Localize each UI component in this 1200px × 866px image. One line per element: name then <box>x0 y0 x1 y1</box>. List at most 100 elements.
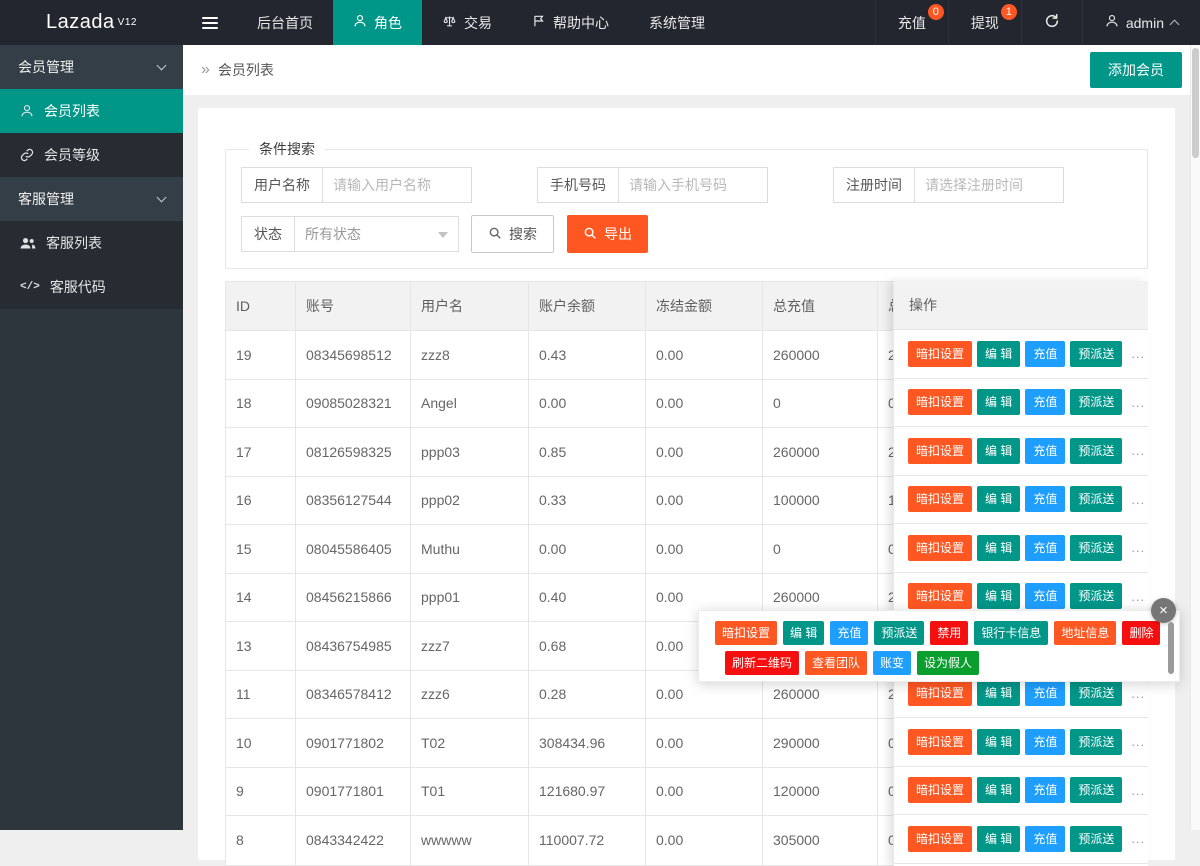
more-actions-button[interactable]: ... <box>1131 395 1145 410</box>
recharge-button[interactable]: 充值 <box>1025 680 1065 706</box>
pre-dispatch-button[interactable]: 预派送 <box>1070 486 1122 512</box>
field-input-2[interactable] <box>914 167 1064 203</box>
edit-button[interactable]: 编 辑 <box>977 680 1020 706</box>
edit-button[interactable]: 编 辑 <box>977 583 1020 609</box>
recharge-button[interactable]: 充值 <box>1025 535 1065 561</box>
close-icon[interactable]: × <box>1151 598 1176 623</box>
export-button[interactable]: 导出 <box>567 215 648 253</box>
field-input-1[interactable] <box>618 167 768 203</box>
hidden-deduct-settings-button[interactable]: 暗扣设置 <box>908 389 972 415</box>
sidebar-group-0[interactable]: 会员管理 <box>0 45 183 89</box>
cell-balance: 110007.72 <box>529 816 646 865</box>
cell-frozen: 0.00 <box>646 380 763 428</box>
more-actions-button[interactable]: ... <box>1131 831 1145 846</box>
pre-dispatch-button[interactable]: 预派送 <box>1070 729 1122 755</box>
refresh-qrcode-button[interactable]: 刷新二维码 <box>725 651 799 675</box>
hidden-deduct-settings-button[interactable]: 暗扣设置 <box>908 729 972 755</box>
add-member-button[interactable]: 添加会员 <box>1090 52 1182 88</box>
hidden-deduct-settings-button[interactable]: 暗扣设置 <box>908 341 972 367</box>
pre-dispatch-button[interactable]: 预派送 <box>1070 341 1122 367</box>
cell-username: ppp01 <box>411 574 529 622</box>
recharge-button[interactable]: 充值 <box>1025 389 1065 415</box>
more-actions-button[interactable]: ... <box>1131 589 1145 604</box>
hidden-deduct-settings-button[interactable]: 暗扣设置 <box>908 438 972 464</box>
more-actions-button[interactable]: ... <box>1131 492 1145 507</box>
more-actions-button[interactable]: ... <box>1131 734 1145 749</box>
edit-button[interactable]: 编 辑 <box>977 389 1020 415</box>
page-scrollbar[interactable] <box>1190 45 1200 830</box>
recharge-button[interactable]: 充值 <box>830 621 868 645</box>
cell-id: 11 <box>226 671 296 719</box>
recharge-button[interactable]: 充值 <box>1025 777 1065 803</box>
popup-scrollbar[interactable] <box>1168 622 1174 674</box>
menu-toggle-button[interactable] <box>183 0 237 45</box>
withdraw-nav-item[interactable]: 提现 1 <box>948 0 1021 45</box>
sidebar-item-客服代码[interactable]: </>客服代码 <box>0 265 183 309</box>
more-actions-button[interactable]: ... <box>1131 540 1145 555</box>
cell-recharge: 100000 <box>763 477 878 525</box>
set-fake-user-button[interactable]: 设为假人 <box>917 651 979 675</box>
status-selected-value: 所有状态 <box>305 226 361 242</box>
refresh-button[interactable] <box>1021 0 1082 45</box>
pre-dispatch-button[interactable]: 预派送 <box>1070 777 1122 803</box>
status-select[interactable]: 所有状态 <box>294 216 459 252</box>
edit-button[interactable]: 编 辑 <box>977 486 1020 512</box>
edit-button[interactable]: 编 辑 <box>977 729 1020 755</box>
search-button[interactable]: 搜索 <box>471 215 554 253</box>
pre-dispatch-button[interactable]: 预派送 <box>1070 389 1122 415</box>
recharge-button[interactable]: 充值 <box>1025 583 1065 609</box>
pre-dispatch-button[interactable]: 预派送 <box>1070 535 1122 561</box>
search-panel-legend: 条件搜索 <box>249 139 325 159</box>
more-actions-button[interactable]: ... <box>1131 443 1145 458</box>
edit-button[interactable]: 编 辑 <box>977 535 1020 561</box>
column-header-balance: 账户余额 <box>529 282 646 330</box>
nav-item-0[interactable]: 后台首页 <box>237 0 333 45</box>
nav-item-4[interactable]: 系统管理 <box>629 0 725 45</box>
search-field-group-0: 用户名称 <box>241 167 472 203</box>
edit-button[interactable]: 编 辑 <box>977 777 1020 803</box>
nav-item-label: 系统管理 <box>649 13 705 33</box>
delete-button[interactable]: 删除 <box>1122 621 1160 645</box>
nav-item-2[interactable]: 交易 <box>422 0 512 45</box>
recharge-button[interactable]: 充值 <box>1025 341 1065 367</box>
navbar-right: 充值 0 提现 1 admin <box>875 0 1200 45</box>
recharge-button[interactable]: 充值 <box>1025 486 1065 512</box>
bank-card-info-button[interactable]: 银行卡信息 <box>974 621 1048 645</box>
recharge-button[interactable]: 充值 <box>1025 729 1065 755</box>
more-actions-button[interactable]: ... <box>1131 686 1145 701</box>
account-change-button[interactable]: 账变 <box>873 651 911 675</box>
field-input-0[interactable] <box>322 167 472 203</box>
more-actions-button[interactable]: ... <box>1131 783 1145 798</box>
edit-button[interactable]: 编 辑 <box>977 438 1020 464</box>
edit-button[interactable]: 编 辑 <box>977 341 1020 367</box>
actions-row-18: 暗扣设置编 辑充值预派送... <box>894 379 1148 428</box>
sidebar-item-客服列表[interactable]: 客服列表 <box>0 221 183 265</box>
view-team-button[interactable]: 查看团队 <box>805 651 867 675</box>
column-header-actions: 操作 <box>894 281 1148 330</box>
actions-row-9: 暗扣设置编 辑充值预派送... <box>894 767 1148 816</box>
pre-dispatch-button[interactable]: 预派送 <box>1070 680 1122 706</box>
nav-item-1[interactable]: 角色 <box>333 0 422 45</box>
page-scrollbar-thumb[interactable] <box>1192 48 1199 158</box>
hidden-deduct-settings-button[interactable]: 暗扣设置 <box>908 680 972 706</box>
more-actions-button[interactable]: ... <box>1131 346 1145 361</box>
person-icon <box>1105 14 1119 31</box>
sidebar-item-会员列表[interactable]: 会员列表 <box>0 89 183 133</box>
nav-item-3[interactable]: 帮助中心 <box>512 0 629 45</box>
recharge-button[interactable]: 充值 <box>1025 438 1065 464</box>
user-menu[interactable]: admin <box>1082 0 1200 45</box>
address-info-button[interactable]: 地址信息 <box>1054 621 1116 645</box>
pre-dispatch-button[interactable]: 预派送 <box>1070 438 1122 464</box>
recharge-nav-item[interactable]: 充值 0 <box>875 0 948 45</box>
disable-button[interactable]: 禁用 <box>930 621 968 645</box>
hidden-deduct-settings-button[interactable]: 暗扣设置 <box>908 486 972 512</box>
hidden-deduct-settings-button[interactable]: 暗扣设置 <box>908 535 972 561</box>
edit-button[interactable]: 编 辑 <box>783 621 824 645</box>
pre-dispatch-button[interactable]: 预派送 <box>1070 583 1122 609</box>
sidebar-item-会员等级[interactable]: 会员等级 <box>0 133 183 177</box>
hidden-deduct-settings-button[interactable]: 暗扣设置 <box>908 777 972 803</box>
hidden-deduct-settings-button[interactable]: 暗扣设置 <box>715 621 777 645</box>
pre-dispatch-button[interactable]: 预派送 <box>874 621 924 645</box>
sidebar-group-1[interactable]: 客服管理 <box>0 177 183 221</box>
hidden-deduct-settings-button[interactable]: 暗扣设置 <box>908 583 972 609</box>
